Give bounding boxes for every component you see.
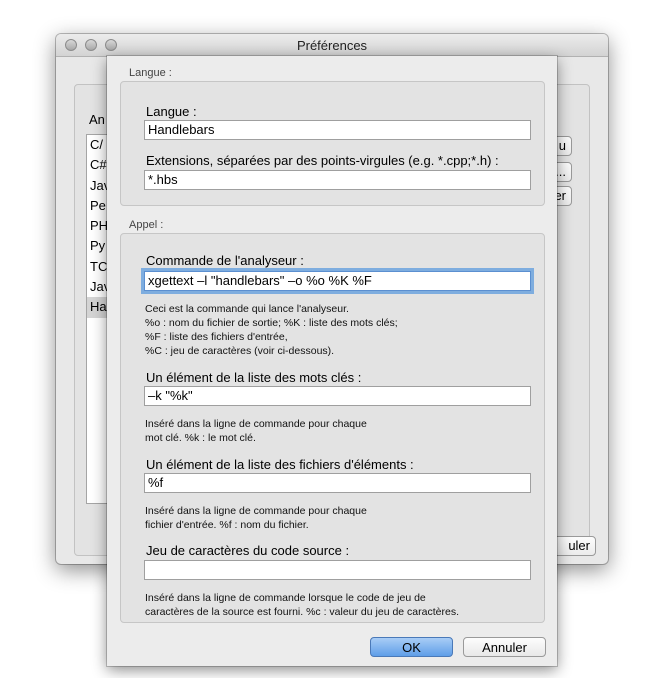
appel-group-label: Appel : <box>129 219 164 231</box>
cancel-button[interactable]: Annuler <box>463 637 546 657</box>
command-field[interactable]: xgettext –l "handlebars" –o %o %K %F <box>144 271 531 291</box>
keyword-help: Inséré dans la ligne de commande pour ch… <box>145 418 367 444</box>
window-title: Préférences <box>296 38 368 53</box>
ok-button[interactable]: OK <box>370 637 453 657</box>
title-bar: Préférences <box>56 34 608 57</box>
file-label: Un élément de la liste des fichiers d'él… <box>146 457 414 472</box>
keyword-field[interactable]: –k "%k" <box>144 386 531 406</box>
file-field[interactable]: %f <box>144 473 531 493</box>
extensions-label: Extensions, séparées par des points-virg… <box>146 153 499 168</box>
file-help: Inséré dans la ligne de commande pour ch… <box>145 505 367 531</box>
language-settings-sheet: Langue : Langue : Handlebars Extensions,… <box>107 56 557 666</box>
extensions-field[interactable]: *.hbs <box>144 170 531 190</box>
langue-label: Langue : <box>146 104 197 119</box>
langue-field[interactable]: Handlebars <box>144 120 531 140</box>
command-label: Commande de l'analyseur : <box>146 253 304 268</box>
langue-group-label: Langue : <box>129 67 172 79</box>
background-list-label: An <box>89 112 105 127</box>
charset-label: Jeu de caractères du code source : <box>146 543 350 558</box>
charset-field[interactable] <box>144 560 531 580</box>
keyword-label: Un élément de la liste des mots clés : <box>146 370 362 385</box>
command-help: Ceci est la commande qui lance l'analyse… <box>145 303 398 357</box>
charset-help: Inséré dans la ligne de commande lorsque… <box>145 592 459 618</box>
